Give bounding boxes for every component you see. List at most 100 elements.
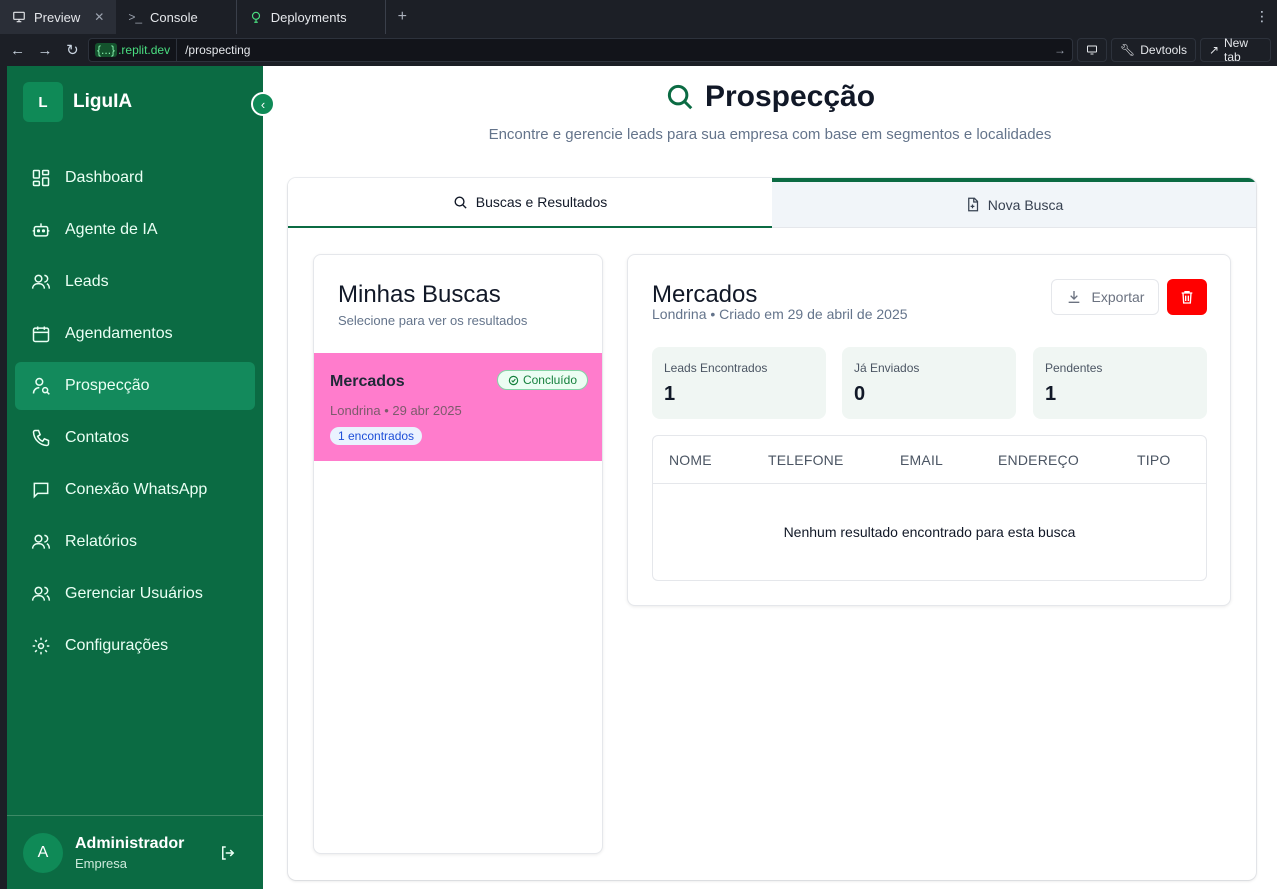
stat-value: 1 [1045,383,1057,405]
sidebar-item-agendamentos[interactable]: Agendamentos [15,310,255,358]
screen-icon [1087,45,1098,55]
search-item-meta: Londrina • 29 abr 2025 [330,403,462,418]
search-detail-card: Mercados Londrina • Criado em 29 de abri… [627,254,1231,606]
stat-ja-enviados: Já Enviados 0 [842,347,1016,419]
devtools-button[interactable]: 🔧︎ Devtools [1111,38,1196,62]
avatar: A [23,832,63,873]
app-window: L LiguIA ‹ Dashboard Agente de IA Leads … [7,66,1277,889]
search-icon [667,84,693,110]
page-title-text: Prospecção [704,80,876,113]
sidebar-item-configuracoes[interactable]: Configurações [15,622,255,670]
detail-title: Mercados [652,281,758,308]
forward-arrow-icon[interactable]: → [33,38,56,62]
sidebar-item-label: Prospecção [65,377,150,394]
sidebar-item-label: Configurações [65,637,169,654]
sidebar-item-whatsapp[interactable]: Conexão WhatsApp [15,466,255,514]
users-icon [31,534,51,549]
browser-tab-preview[interactable]: Preview ✕ [0,0,117,34]
page-subtitle: Encontre e gerencie leads para sua empre… [488,126,1052,143]
stat-leads-encontrados: Leads Encontrados 1 [652,347,826,419]
delete-button[interactable] [1167,279,1207,315]
export-button[interactable]: Exportar [1051,279,1159,315]
prospecting-panel: Buscas e Resultados Nova Busca Minhas Bu… [288,178,1256,880]
devtools-label: Devtools [1140,43,1187,57]
go-arrow-icon[interactable]: → [1054,43,1066,57]
users-icon [31,586,51,601]
stat-value: 1 [664,383,676,405]
sidebar-item-gerenciar-usuarios[interactable]: Gerenciar Usuários [15,570,255,618]
new-tab-button[interactable]: ↗ New tab [1199,36,1271,64]
my-searches-card: Minhas Buscas Selecione para ver os resu… [313,254,603,854]
stat-label: Já Enviados [854,361,920,375]
my-searches-subtitle: Selecione para ver os resultados [338,313,528,328]
tab-nova-busca[interactable]: Nova Busca [772,178,1256,228]
screen-toggle-button[interactable] [1077,38,1108,62]
sidebar-item-dashboard[interactable]: Dashboard [15,154,255,202]
users-icon [31,274,51,289]
robot-icon [32,223,50,237]
chevron-left-icon: ‹ [260,96,266,112]
sidebar: L LiguIA ‹ Dashboard Agente de IA Leads … [7,66,275,889]
sidebar-item-prospeccao[interactable]: Prospecção [15,362,255,410]
download-icon [1068,291,1079,303]
column-header-telefone[interactable]: TELEFONE [768,452,844,468]
browser-tab-console[interactable]: >_ Console [116,0,237,34]
my-searches-title: Minhas Buscas [338,281,501,308]
calendar-icon [32,326,50,343]
logout-icon[interactable] [219,844,237,862]
browser-urlbar: ← → ↻ {...} .replit.dev /prospecting → 🔧︎… [0,34,1277,66]
results-table: NOME TELEFONE EMAIL ENDEREÇO TIPO Nenhum… [652,435,1207,581]
tab-label: Nova Busca [987,196,1064,213]
sidebar-item-agente-ia[interactable]: Agente de IA [15,206,255,254]
column-header-endereco[interactable]: ENDEREÇO [998,452,1079,468]
column-header-nome[interactable]: NOME [669,452,712,468]
sidebar-item-label: Dashboard [65,169,144,186]
page-title: Prospecção [263,80,1277,114]
dashboard-icon [32,169,50,187]
brand-logo: L [23,82,63,122]
user-name: Administrador [75,834,185,852]
message-icon [33,482,49,499]
column-header-tipo[interactable]: TIPO [1137,452,1170,468]
sidebar-item-leads[interactable]: Leads [15,258,255,306]
more-vertical-icon[interactable]: ⋮ [1255,8,1269,25]
new-tab-label: New tab [1224,36,1249,64]
browser-tabbar: Preview ✕ >_ Console Deployments + ⋮ [0,0,1277,34]
export-button-label: Exportar [1091,289,1145,305]
new-tab-plus-icon[interactable]: + [386,8,419,26]
table-header: NOME TELEFONE EMAIL ENDEREÇO TIPO [653,436,1206,484]
sidebar-item-relatorios[interactable]: Relatórios [15,518,255,566]
browser-tab-label: Deployments [270,9,347,25]
external-link-icon: ↗ [1208,43,1220,57]
brand: L LiguIA [23,82,132,122]
close-icon[interactable]: ✕ [94,10,104,24]
column-header-email[interactable]: EMAIL [900,452,943,468]
sidebar-item-label: Relatórios [65,533,138,550]
status-badge-label: Concluído [522,373,577,387]
search-item-name: Mercados [330,373,405,390]
sidebar-nav: Dashboard Agente de IA Leads Agendamento… [15,154,255,674]
sidebar-item-label: Agendamentos [65,325,173,342]
address-bar[interactable]: {...} .replit.dev /prospecting → [88,38,1074,62]
stat-value: 0 [854,383,866,405]
status-badge: Concluído [496,370,588,390]
monitor-icon [13,11,25,23]
search-list-item[interactable]: Mercados Concluído Londrina • 29 abr 202… [314,353,602,461]
gear-icon [32,637,50,655]
sidebar-item-contatos[interactable]: Contatos [15,414,255,462]
empty-state-message: Nenhum resultado encontrado para esta bu… [783,524,1076,540]
tab-buscas-resultados[interactable]: Buscas e Resultados [288,178,772,228]
browser-tab-deployments[interactable]: Deployments [237,0,386,34]
tab-label: Buscas e Resultados [475,194,608,210]
wrench-icon: 🔧︎ [1120,43,1136,57]
back-arrow-icon[interactable]: ← [6,38,29,62]
deploy-icon [251,11,260,23]
reload-icon[interactable]: ↻ [61,38,84,62]
collapse-sidebar-button[interactable]: ‹ [251,92,275,116]
sidebar-item-label: Contatos [65,429,130,446]
tab-list: Buscas e Resultados Nova Busca [288,178,1256,228]
browser-tab-label: Preview [34,9,81,25]
user-role: Empresa [75,855,128,871]
browser-tab-label: Console [150,9,198,25]
search-item-count-badge: 1 encontrados [330,427,423,445]
